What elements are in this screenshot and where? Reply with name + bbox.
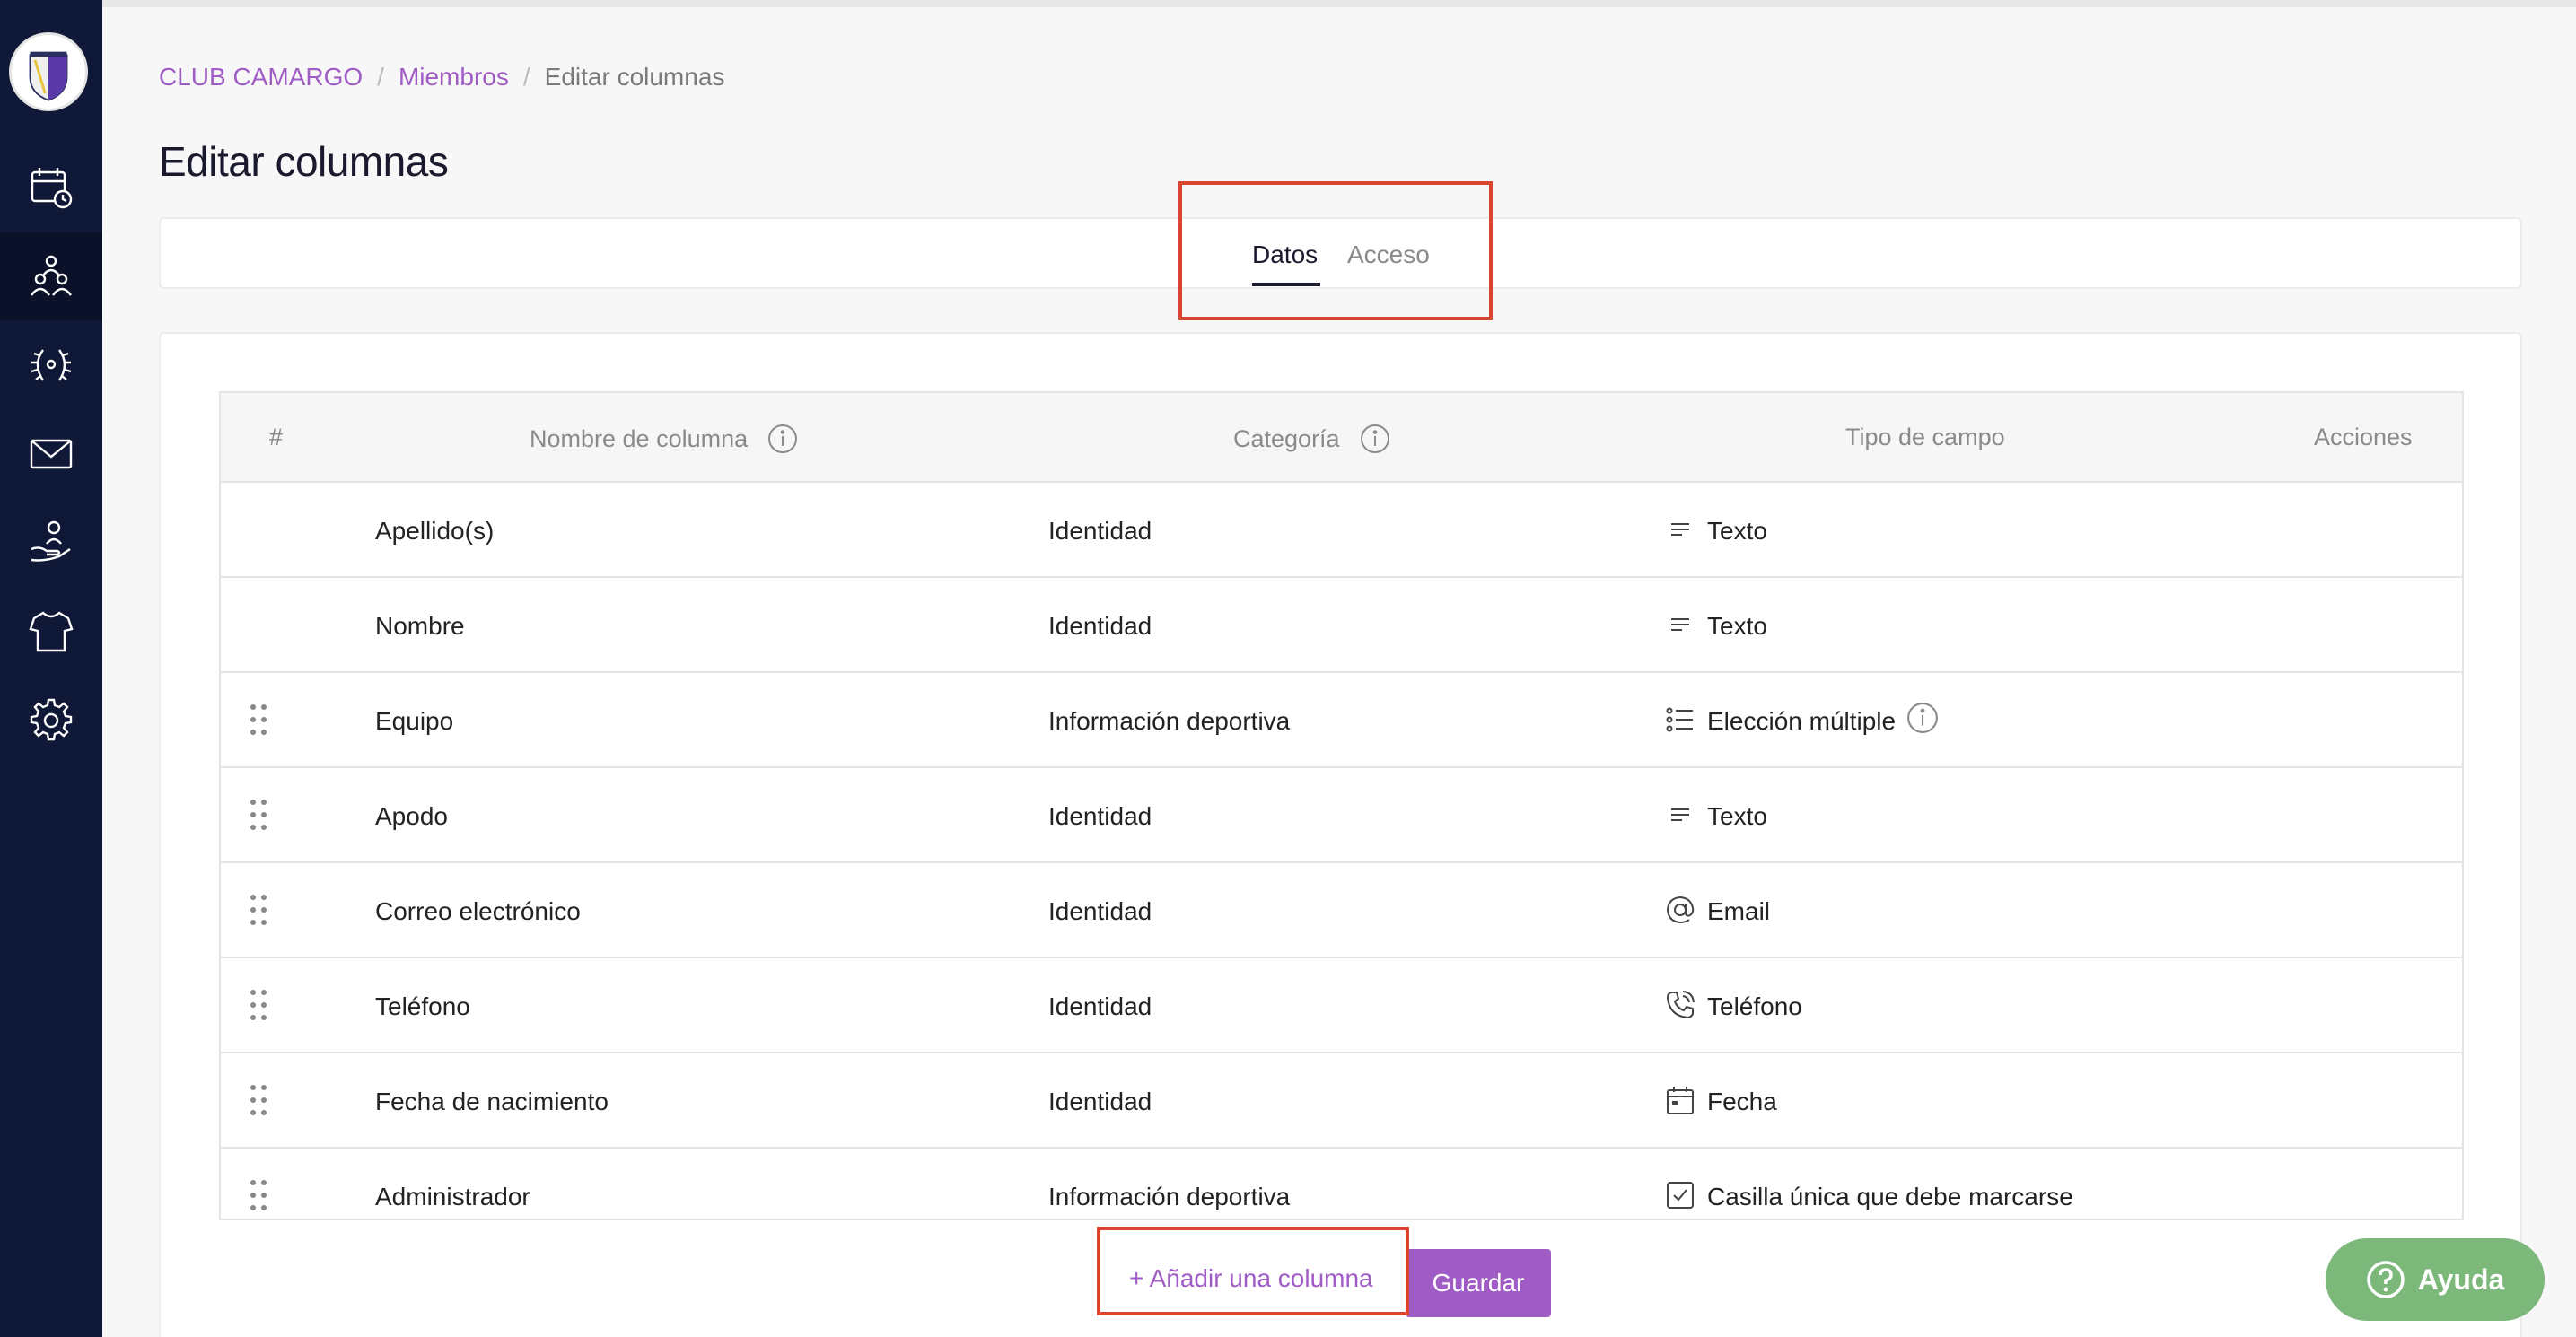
help-label: Ayuda (2417, 1263, 2505, 1296)
breadcrumb-club-link[interactable]: CLUB CAMARGO (159, 63, 363, 92)
help-button[interactable]: Ayuda (2326, 1238, 2545, 1321)
list-icon (1666, 707, 1693, 732)
drag-handle-icon[interactable] (248, 702, 269, 738)
row-category: Identidad (1048, 517, 1152, 545)
nav-volunteers[interactable] (0, 499, 102, 587)
table-row[interactable]: Apodo Identidad Texto (221, 768, 2462, 863)
header-field-type: Tipo de campo (1845, 424, 2005, 450)
text-lines-icon (1671, 808, 1689, 821)
sidebar (0, 0, 102, 1337)
row-category: Información deportiva (1048, 707, 1291, 735)
row-column-name: Correo electrónico (375, 897, 581, 925)
row-category: Identidad (1048, 1088, 1152, 1115)
row-category: Identidad (1048, 802, 1152, 830)
drag-handle-icon[interactable] (248, 987, 269, 1023)
header-column-name: Nombre de columna (530, 424, 798, 454)
nav-messages[interactable] (0, 410, 102, 498)
table-header: # Nombre de columna Categoría Tipo de ca… (221, 393, 2462, 483)
row-column-name: Equipo (375, 707, 454, 735)
calendar-clock-icon (31, 168, 73, 209)
info-icon[interactable] (1906, 702, 1939, 734)
row-field-type: Texto (1707, 802, 1767, 830)
nav-members[interactable] (0, 232, 102, 320)
header-category: Categoría (1233, 424, 1390, 454)
drag-handle-icon[interactable] (248, 1177, 269, 1213)
top-border (102, 0, 2576, 7)
row-field-type: Teléfono (1707, 992, 1802, 1020)
breadcrumb: CLUB CAMARGO / Miembros / Editar columna… (159, 63, 724, 92)
phone-icon (1666, 991, 1695, 1019)
row-column-name: Administrador (375, 1183, 530, 1210)
hand-person-icon (31, 520, 71, 562)
nav-settings[interactable] (0, 677, 102, 765)
row-field-type: Texto (1707, 517, 1767, 545)
row-field-type: Fecha (1707, 1088, 1777, 1115)
row-column-name: Teléfono (375, 992, 470, 1020)
nav-calendar[interactable] (0, 144, 102, 232)
club-crest-icon (14, 38, 83, 106)
nav-shop[interactable] (0, 588, 102, 676)
at-icon (1666, 896, 1695, 924)
table-row[interactable]: Correo electrónico Identidad Email (221, 863, 2462, 958)
drag-handle-icon[interactable] (248, 892, 269, 928)
row-category: Identidad (1048, 992, 1152, 1020)
save-button[interactable]: Guardar (1406, 1249, 1551, 1317)
header-index: # (269, 424, 284, 450)
page-title: Editar columnas (159, 138, 449, 185)
drag-handle-icon[interactable] (248, 1082, 269, 1118)
nav-competitions[interactable] (0, 321, 102, 409)
table-row[interactable]: Equipo Información deportiva Elección mú… (221, 673, 2462, 768)
info-icon[interactable] (1360, 424, 1390, 454)
row-field-type: Texto (1707, 612, 1767, 640)
checkbox-icon (1667, 1182, 1694, 1209)
highlight-tabs-box (1178, 181, 1493, 320)
gear-icon (30, 698, 73, 741)
row-column-name: Nombre (375, 612, 465, 640)
drag-handle-icon[interactable] (248, 797, 269, 833)
row-column-name: Apodo (375, 802, 448, 830)
members-icon (31, 255, 72, 296)
table-row[interactable]: Apellido(s) Identidad Texto (221, 483, 2462, 578)
header-actions: Acciones (2314, 424, 2413, 450)
jersey-icon (29, 611, 74, 652)
header-column-name-label: Nombre de columna (530, 424, 749, 452)
row-column-name: Apellido(s) (375, 517, 495, 545)
calendar-icon (1667, 1087, 1694, 1114)
breadcrumb-separator: / (522, 63, 530, 91)
table-row[interactable]: Fecha de nacimiento Identidad Fecha (221, 1053, 2462, 1149)
highlight-add-column-box (1097, 1227, 1409, 1315)
mail-icon (30, 439, 73, 469)
row-field-type: Casilla única que debe marcarse (1707, 1183, 2073, 1210)
text-lines-icon (1671, 523, 1689, 536)
table-row[interactable]: Administrador Información deportiva Casi… (221, 1149, 2462, 1219)
breadcrumb-separator: / (377, 63, 384, 91)
row-column-name: Fecha de nacimiento (375, 1088, 609, 1115)
question-icon (2366, 1261, 2405, 1298)
table-row[interactable]: Teléfono Identidad Teléfono (221, 958, 2462, 1053)
club-logo[interactable] (9, 32, 88, 111)
laurel-icon (31, 349, 72, 381)
header-category-label: Categoría (1233, 424, 1340, 452)
row-field-type: Email (1707, 897, 1771, 925)
row-field-type: Elección múltiple (1707, 707, 1897, 735)
breadcrumb-current: Editar columnas (544, 63, 725, 91)
info-icon[interactable] (767, 424, 798, 454)
table-row[interactable]: Nombre Identidad Texto (221, 578, 2462, 673)
text-lines-icon (1671, 618, 1689, 631)
columns-table: # Nombre de columna Categoría Tipo de ca… (219, 391, 2464, 1220)
row-category: Identidad (1048, 612, 1152, 640)
row-category: Identidad (1048, 897, 1152, 925)
breadcrumb-members-link[interactable]: Miembros (399, 63, 509, 92)
row-category: Información deportiva (1048, 1183, 1291, 1210)
